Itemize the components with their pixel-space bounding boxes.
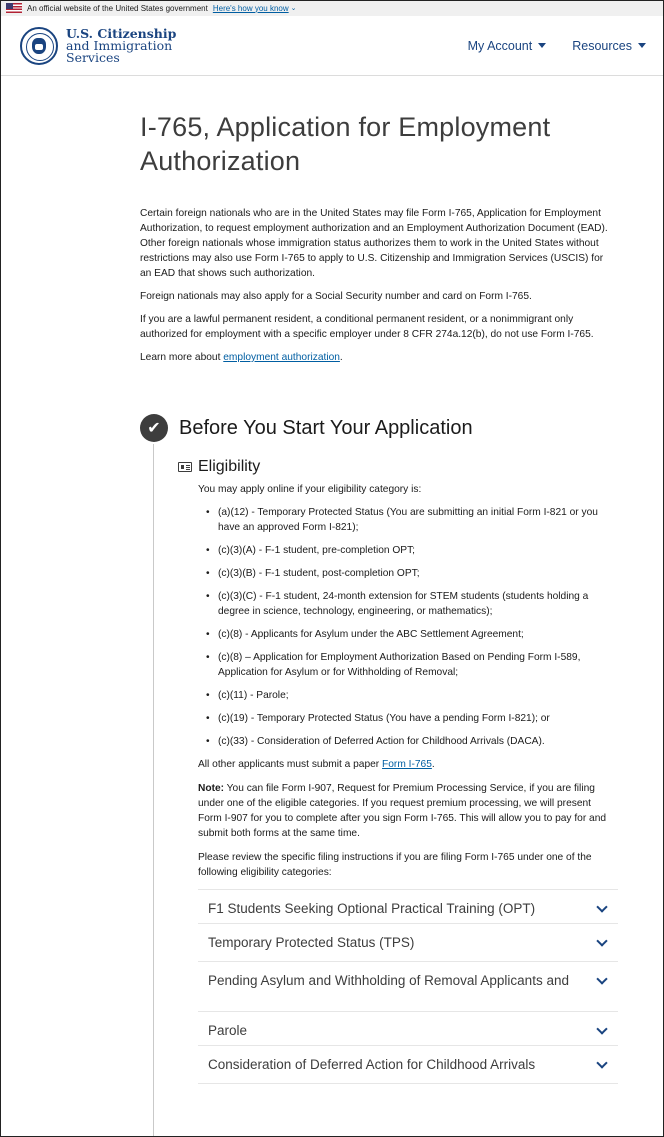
note-label: Note: [198,783,225,794]
chevron-down-icon [596,973,608,985]
gov-banner-text: An official website of the United States… [27,3,208,13]
list-item: (c)(3)(A) - F-1 student, pre-completion … [198,543,610,558]
uscis-brand[interactable]: U.S. Citizenship and Immigration Service… [66,27,176,65]
accordion-label: Consideration of Deferred Action for Chi… [208,1057,536,1072]
chevron-down-icon [596,901,608,913]
chevron-down-icon [596,935,608,947]
dhs-seal-logo[interactable] [20,26,58,65]
note-paragraph: Note: You can file Form I-907, Request f… [198,781,610,841]
caret-down-icon [538,43,547,48]
us-flag-icon [6,3,22,13]
accordion-item-parole[interactable]: Parole [198,1012,618,1046]
site-header: U.S. Citizenship and Immigration Service… [0,16,664,76]
list-item: (c)(3)(C) - F-1 student, 24-month extens… [198,589,610,619]
list-item: (c)(33) - Consideration of Deferred Acti… [198,734,610,749]
form-i765-link[interactable]: Form I-765 [382,759,432,770]
step-title: Before You Start Your Application [179,416,473,439]
learn-more-prefix: Learn more about [140,352,224,363]
list-item: (c)(11) - Parole; [198,688,610,703]
list-item: (c)(8) - Applicants for Asylum under the… [198,627,610,642]
note-text: You can file Form I-907, Request for Pre… [198,783,607,839]
main-nav: My Account Resources [468,39,646,53]
eligibility-heading: Eligibility [178,458,610,476]
accordion-item-opt[interactable]: F1 Students Seeking Optional Practical T… [198,890,618,924]
accordion-item-tps[interactable]: Temporary Protected Status (TPS) [198,924,618,962]
chevron-down-icon [596,1023,608,1035]
accordion-item-daca[interactable]: Consideration of Deferred Action for Chi… [198,1046,618,1084]
nav-resources[interactable]: Resources [572,39,646,53]
list-item: (a)(12) - Temporary Protected Status (Yo… [198,505,610,535]
eligibility-title: Eligibility [198,458,261,475]
eligibility-list: (a)(12) - Temporary Protected Status (Yo… [198,505,610,749]
intro-paragraph: Foreign nationals may also apply for a S… [140,291,532,302]
gov-banner: An official website of the United States… [0,0,664,16]
eligibility-section: Eligibility You may apply online if your… [178,458,618,1084]
learn-more-paragraph: Learn more about employment authorizatio… [140,350,610,365]
id-card-icon [178,462,192,472]
list-item: (c)(8) – Application for Employment Auth… [198,650,610,680]
paper-prefix: All other applicants must submit a paper [198,759,383,770]
brand-line-3: Services [66,49,120,65]
intro-text: Certain foreign nationals who are in the… [140,206,610,365]
paper-form-paragraph: All other applicants must submit a paper… [198,757,610,772]
accordion-label: Parole [208,1023,248,1038]
nav-resources-label: Resources [572,38,632,53]
accordion-label: Pending Asylum and Withholding of Remova… [208,973,569,988]
chevron-down-icon [596,1057,608,1069]
heres-how-you-know-link[interactable]: Here's how you know [213,4,289,13]
accordion-label: Temporary Protected Status (TPS) [208,935,415,950]
employment-authorization-link[interactable]: employment authorization [223,352,340,363]
nav-my-account[interactable]: My Account [468,39,547,53]
filing-instructions-accordion: F1 Students Seeking Optional Practical T… [198,889,618,1084]
accordion-label: F1 Students Seeking Optional Practical T… [208,901,536,916]
review-paragraph: Please review the specific filing instru… [198,852,592,878]
chevron-down-icon[interactable]: ⌄ [291,4,297,12]
list-item: (c)(3)(B) - F-1 student, post-completion… [198,566,610,581]
eligibility-lead: You may apply online if your eligibility… [198,484,422,495]
page-title: I-765, Application for Employment Author… [140,112,551,176]
step-connector-line [153,444,154,1137]
main-content: I-765, Application for Employment Author… [140,110,610,373]
checkmark-circle-icon: ✔ [140,414,168,442]
eligibility-body: You may apply online if your eligibility… [198,482,610,880]
intro-paragraph: Certain foreign nationals who are in the… [140,208,608,279]
nav-my-account-label: My Account [467,38,533,53]
paper-suffix: . [431,759,435,770]
learn-more-suffix: . [339,352,343,363]
caret-down-icon [638,43,646,48]
list-item: (c)(19) - Temporary Protected Status (Yo… [198,711,610,726]
intro-paragraph: If you are a lawful permanent resident, … [140,314,594,340]
step-before-you-start: ✔ Before You Start Your Application [140,414,473,442]
accordion-item-asylum[interactable]: Pending Asylum and Withholding of Remova… [198,962,618,1012]
